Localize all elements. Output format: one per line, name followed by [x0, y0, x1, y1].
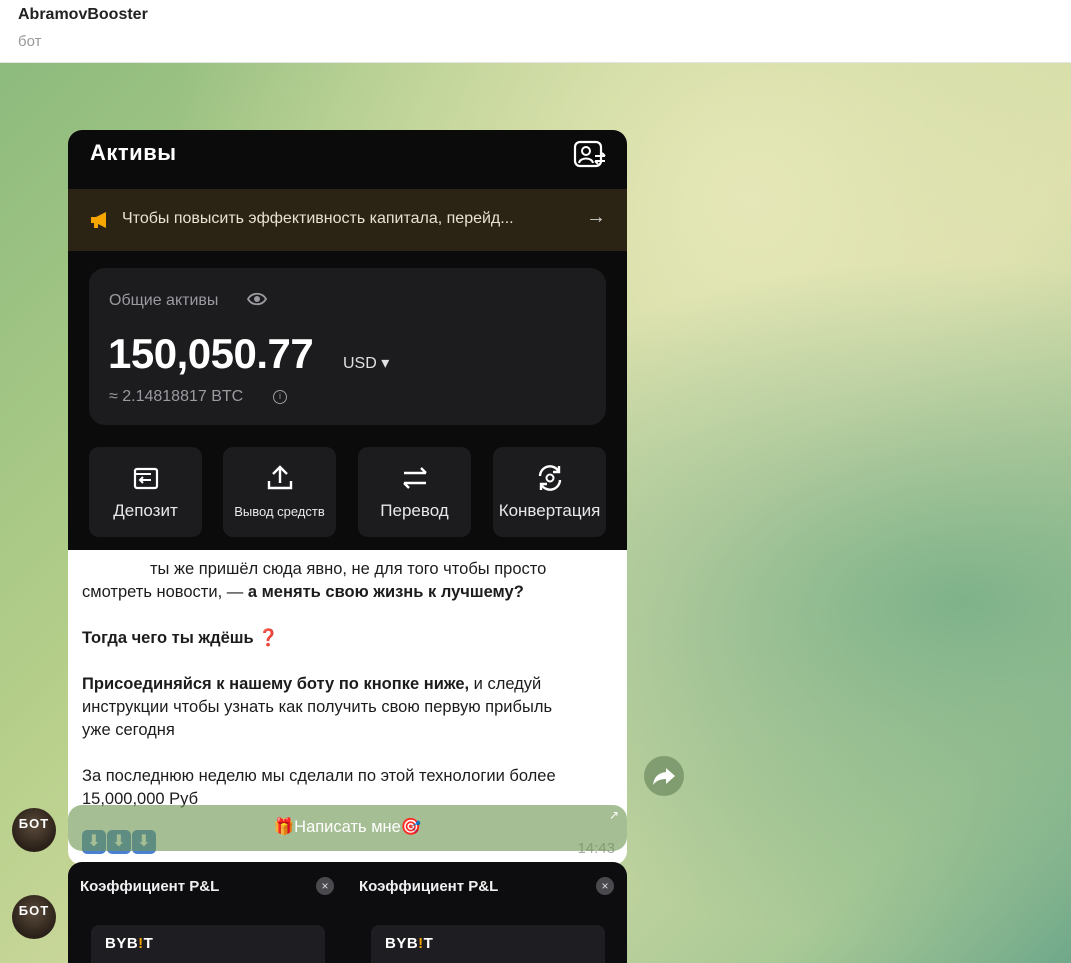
bot-avatar[interactable]: БОТ — [12, 895, 56, 939]
message-line: инструкции чтобы узнать как получить сво… — [82, 698, 553, 716]
transfer-action: Перевод — [358, 447, 471, 537]
chat-area: Активы Чтобы повысить эффективность капи… — [0, 63, 1071, 963]
convert-action: Конвертация — [493, 447, 606, 537]
message-line-bold: а менять свою жизнь к лучшему? — [247, 583, 524, 601]
chat-title[interactable]: AbramovBooster — [18, 6, 148, 24]
info-icon: i — [273, 390, 287, 404]
close-icon: × — [596, 877, 614, 895]
pnl-title: Коэффициент P&L — [359, 878, 499, 895]
question-text: Тогда чего ты ждёшь — [82, 629, 254, 647]
write-me-label: 🎁Написать мне🎯 — [273, 818, 422, 836]
transfer-label: Перевод — [380, 501, 449, 520]
message-line: За последнюю неделю мы сделали по этой т… — [82, 767, 556, 785]
assets-title: Активы — [90, 140, 177, 165]
asset-actions: Депозит Вывод средств Перевод Конвертаци… — [89, 447, 606, 537]
btc-equivalent: ≈ 2.14818817 BTC — [109, 388, 244, 405]
message-text: ты же пришёл сюда явно, не для того чтоб… — [82, 558, 617, 811]
deposit-label: Депозит — [113, 501, 178, 520]
avatar-text: БОТ — [18, 903, 50, 918]
chat-header[interactable]: AbramovBooster бот — [0, 0, 1071, 63]
bybit-logo: BYB!T — [105, 935, 154, 952]
banner-text: Чтобы повысить эффективность капитала, п… — [122, 210, 514, 227]
message-bubble: Активы Чтобы повысить эффективность капи… — [68, 130, 627, 865]
external-link-icon: ↗ — [608, 808, 619, 822]
write-me-button[interactable]: 🎁Написать мне🎯 ↗ — [68, 805, 627, 851]
message-image[interactable]: Активы Чтобы повысить эффективность капи… — [68, 130, 627, 550]
message-line: Присоединяйся к нашему боту по кнопке ни… — [82, 673, 617, 696]
currency-select: USD ▾ — [343, 355, 390, 372]
promo-banner[interactable]: Чтобы повысить эффективность капитала, п… — [68, 189, 627, 251]
deposit-icon — [133, 467, 158, 490]
pnl-card: BYB!T — [371, 925, 605, 963]
profile-switch-icon — [573, 140, 606, 168]
arrow-right-icon: → — [586, 206, 606, 228]
withdraw-action: Вывод средств — [223, 447, 336, 537]
join-text-plain: и следуй — [469, 675, 542, 693]
pnl-card: BYB!T — [91, 925, 325, 963]
megaphone-icon — [91, 212, 106, 228]
message-line: ты же пришёл сюда явно, не для того чтоб… — [150, 560, 547, 578]
bybit-logo: BYB!T — [385, 935, 434, 952]
message-line: смотреть новости, — а менять свою жизнь … — [82, 581, 617, 604]
bot-avatar[interactable]: БОТ — [12, 808, 56, 852]
message-line: Тогда чего ты ждёшь ❓ — [82, 627, 617, 650]
deposit-action: Депозит — [89, 447, 202, 537]
convert-icon — [538, 465, 561, 491]
withdraw-icon — [267, 465, 292, 490]
close-icon: × — [316, 877, 334, 895]
avatar-text: БОТ — [18, 816, 50, 831]
total-amount: 150,050.77 — [108, 330, 314, 377]
message-line: уже сегодня — [82, 721, 175, 739]
question-emoji: ❓ — [258, 629, 279, 647]
pnl-title: Коэффициент P&L — [80, 878, 220, 895]
total-assets-card: Общие активы 150,050.77 USD ▾ ≈ 2.148188… — [89, 268, 606, 425]
message-image[interactable]: Коэффициент P&L × Коэффициент P&L × BYB!… — [68, 862, 627, 963]
share-arrow-icon — [653, 768, 675, 785]
withdraw-label: Вывод средств — [234, 504, 325, 519]
join-text-bold: Присоединяйся к нашему боту по кнопке ни… — [82, 675, 470, 693]
message-line-plain: смотреть новости, — — [82, 583, 248, 601]
forward-button[interactable] — [644, 756, 684, 796]
total-assets-label: Общие активы — [109, 292, 219, 309]
chat-subtitle: бот — [18, 33, 42, 50]
convert-label: Конвертация — [498, 501, 601, 520]
eye-icon — [247, 292, 267, 306]
transfer-icon — [402, 467, 427, 489]
